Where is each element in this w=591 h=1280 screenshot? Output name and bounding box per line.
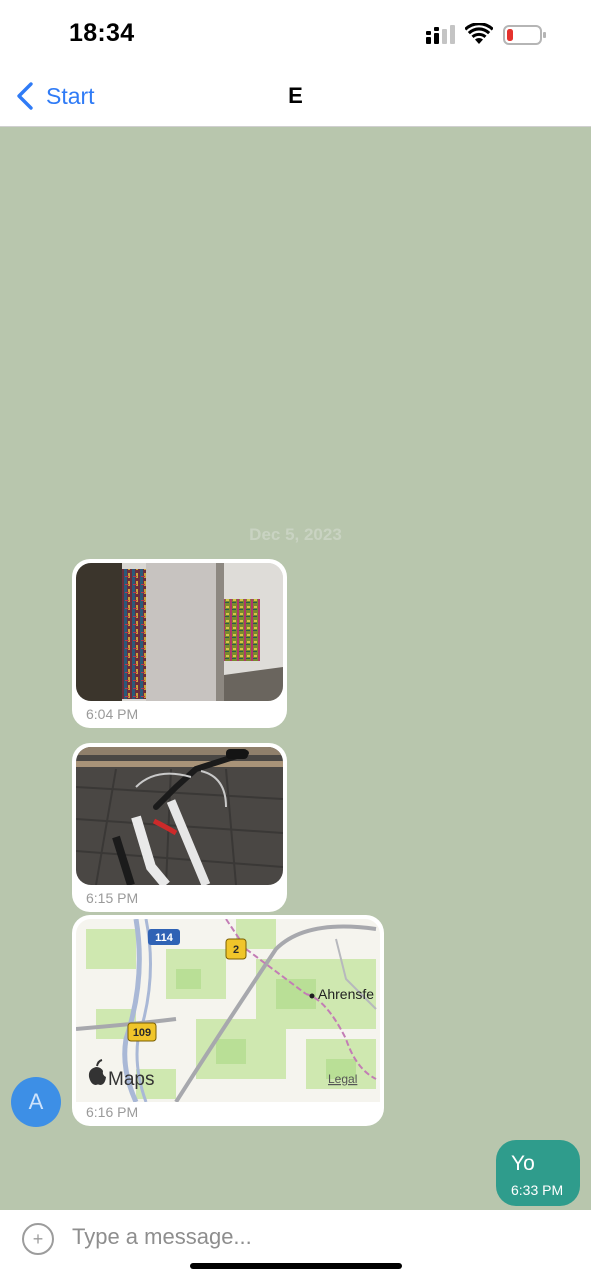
cellular-signal-icon [426,25,455,44]
plus-icon: + [32,1229,44,1249]
message-time: 6:33 PM [511,1182,564,1198]
navigation-bar: Start E [0,66,591,127]
gallery-photo-image [76,563,283,701]
add-attachment-button[interactable]: + [22,1223,54,1255]
conversation-title: E [288,83,303,108]
road-2-label: 2 [233,944,239,956]
place-label: Ahrensfe [318,986,374,1002]
incoming-location-message[interactable]: 114 2 109 Ahrensfe Maps Legal 6:16 PM [72,915,384,1126]
battery-low-icon [503,25,546,45]
map-preview[interactable]: 114 2 109 Ahrensfe Maps Legal [76,919,380,1102]
road-114-label: 114 [155,932,174,944]
status-time: 18:34 [69,19,135,47]
message-input[interactable] [72,1220,562,1254]
wifi-icon [465,23,493,44]
incoming-image-message[interactable]: 6:15 PM [72,743,287,912]
message-time: 6:04 PM [86,706,139,722]
message-input-bar: + [0,1210,591,1280]
date-separator: Dec 5, 2023 [249,525,342,544]
contact-avatar[interactable]: A [11,1077,61,1127]
bicycle-photo[interactable] [76,747,283,885]
message-text: Yo [511,1152,535,1175]
legal-link[interactable]: Legal [328,1072,357,1086]
outgoing-text-message[interactable]: Yo 6:33 PM [496,1140,580,1206]
message-time: 6:16 PM [86,1104,139,1120]
incoming-image-message[interactable]: 6:04 PM [72,559,287,728]
gallery-photo[interactable] [76,563,283,701]
message-time: 6:15 PM [86,890,139,906]
chat-area[interactable]: Dec 5, 2023 6:04 PM 6:15 PM 114 2 109 Ah… [0,127,591,1210]
map-image: 114 2 109 Ahrensfe Maps Legal [76,919,380,1102]
bicycle-photo-image [76,747,283,885]
maps-brand-label: Maps [108,1069,154,1090]
status-bar: 18:34 [0,0,591,66]
road-109-label: 109 [133,1027,151,1039]
home-indicator [190,1263,402,1269]
